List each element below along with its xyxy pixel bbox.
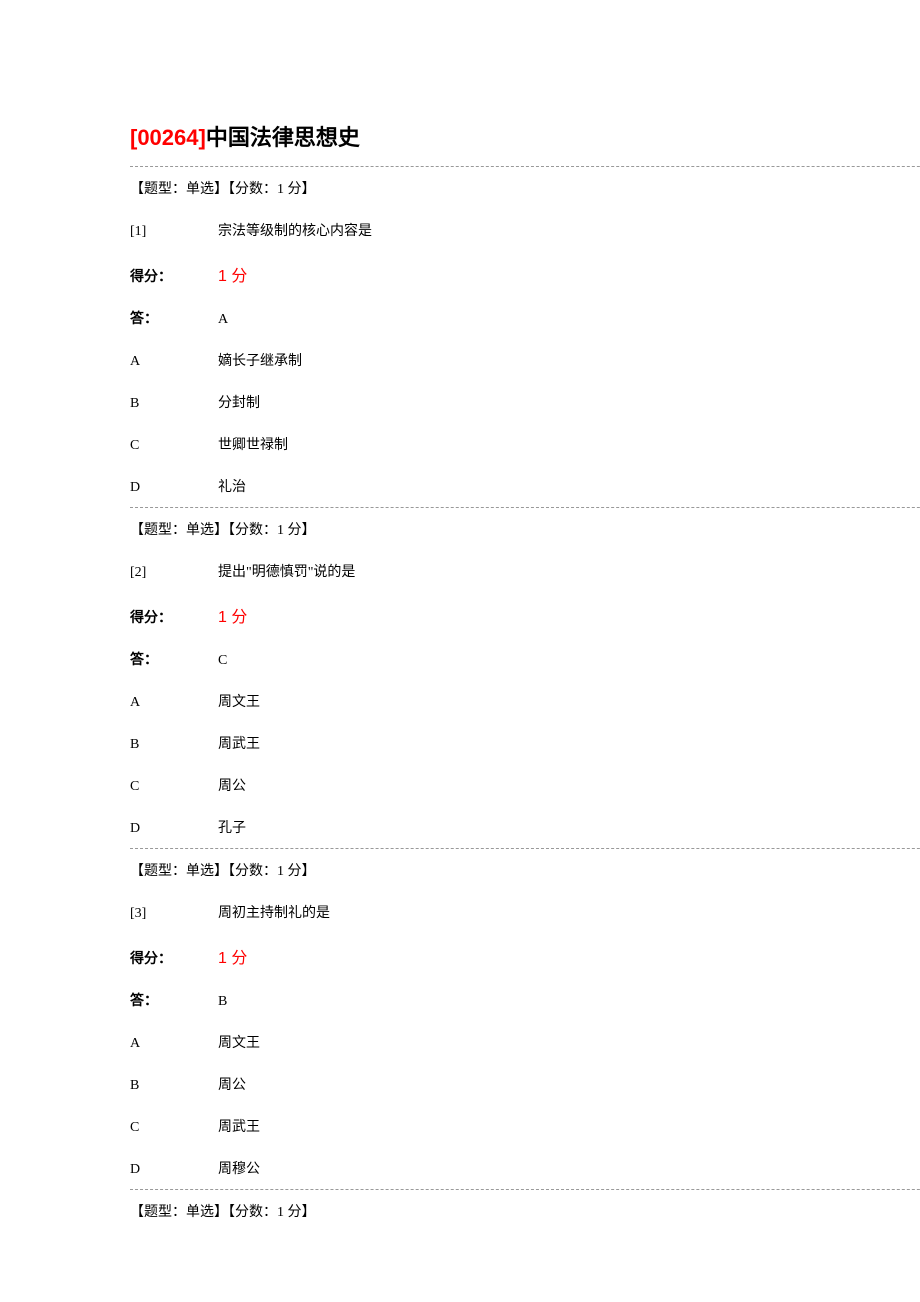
option-key: C	[130, 779, 218, 795]
option-text: 周公	[218, 1074, 790, 1094]
answer-value: C	[218, 653, 790, 669]
document-title: [00264]中国法律思想史	[130, 120, 790, 152]
option-key: A	[130, 354, 218, 370]
answer-label: 答：	[130, 308, 218, 328]
option-row: B 分封制	[130, 381, 790, 423]
question-meta: 【题型：单选】【分数：1 分】	[130, 508, 790, 550]
question-text: 提出"明德慎罚"说的是	[218, 561, 790, 581]
option-text: 分封制	[218, 392, 790, 412]
option-row: C 周公	[130, 764, 790, 806]
answer-row: 答： C	[130, 638, 790, 680]
question-number: [2]	[130, 565, 218, 581]
question-row: [3] 周初主持制礼的是	[130, 891, 790, 933]
option-row: A 嫡长子继承制	[130, 339, 790, 381]
score-value: 1 分	[218, 603, 790, 627]
question-row: [1] 宗法等级制的核心内容是	[130, 209, 790, 251]
option-text: 周公	[218, 775, 790, 795]
score-row: 得分： 1 分	[130, 251, 790, 297]
option-row: D 周穆公	[130, 1147, 790, 1189]
option-text: 孔子	[218, 817, 790, 837]
answer-value: A	[218, 312, 790, 328]
question-number: [3]	[130, 906, 218, 922]
option-text: 礼治	[218, 476, 790, 496]
option-key: B	[130, 737, 218, 753]
option-text: 周文王	[218, 1032, 790, 1052]
question-block: 【题型：单选】【分数：1 分】 [2] 提出"明德慎罚"说的是 得分： 1 分 …	[130, 508, 790, 848]
title-text: 中国法律思想史	[206, 125, 360, 150]
option-row: C 周武王	[130, 1105, 790, 1147]
option-text: 周穆公	[218, 1158, 790, 1178]
question-text: 周初主持制礼的是	[218, 902, 790, 922]
option-key: D	[130, 821, 218, 837]
question-meta: 【题型：单选】【分数：1 分】	[130, 167, 790, 209]
option-text: 世卿世禄制	[218, 434, 790, 454]
question-block: 【题型：单选】【分数：1 分】	[130, 1190, 790, 1232]
option-row: D 礼治	[130, 465, 790, 507]
score-row: 得分： 1 分	[130, 933, 790, 979]
score-value: 1 分	[218, 944, 790, 968]
answer-label: 答：	[130, 990, 218, 1010]
question-text: 宗法等级制的核心内容是	[218, 220, 790, 240]
answer-row: 答： B	[130, 979, 790, 1021]
score-label: 得分：	[130, 607, 218, 627]
option-key: C	[130, 1120, 218, 1136]
score-value: 1 分	[218, 262, 790, 286]
option-row: B 周武王	[130, 722, 790, 764]
question-block: 【题型：单选】【分数：1 分】 [3] 周初主持制礼的是 得分： 1 分 答： …	[130, 849, 790, 1189]
option-text: 周文王	[218, 691, 790, 711]
question-meta: 【题型：单选】【分数：1 分】	[130, 849, 790, 891]
option-key: D	[130, 1162, 218, 1178]
option-row: B 周公	[130, 1063, 790, 1105]
option-row: C 世卿世禄制	[130, 423, 790, 465]
option-text: 周武王	[218, 1116, 790, 1136]
option-row: A 周文王	[130, 1021, 790, 1063]
question-block: 【题型：单选】【分数：1 分】 [1] 宗法等级制的核心内容是 得分： 1 分 …	[130, 167, 790, 507]
option-key: A	[130, 1036, 218, 1052]
question-row: [2] 提出"明德慎罚"说的是	[130, 550, 790, 592]
option-row: D 孔子	[130, 806, 790, 848]
score-row: 得分： 1 分	[130, 592, 790, 638]
option-text: 周武王	[218, 733, 790, 753]
question-number: [1]	[130, 224, 218, 240]
option-key: B	[130, 1078, 218, 1094]
answer-value: B	[218, 994, 790, 1010]
option-key: B	[130, 396, 218, 412]
option-key: A	[130, 695, 218, 711]
option-text: 嫡长子继承制	[218, 350, 790, 370]
score-label: 得分：	[130, 266, 218, 286]
title-code: [00264]	[130, 125, 206, 150]
option-row: A 周文王	[130, 680, 790, 722]
option-key: D	[130, 480, 218, 496]
question-meta: 【题型：单选】【分数：1 分】	[130, 1190, 790, 1232]
answer-label: 答：	[130, 649, 218, 669]
score-label: 得分：	[130, 948, 218, 968]
answer-row: 答： A	[130, 297, 790, 339]
option-key: C	[130, 438, 218, 454]
